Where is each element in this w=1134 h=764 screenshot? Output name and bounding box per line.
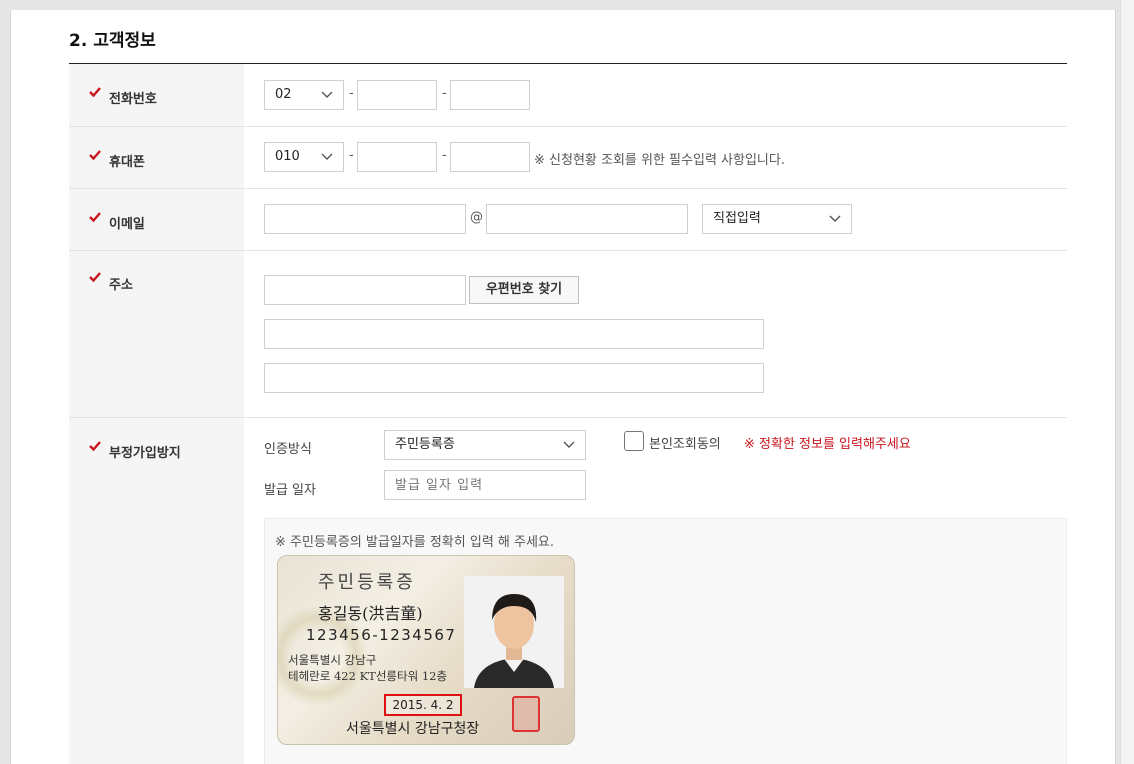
card-number: 123456-1234567 bbox=[306, 626, 457, 644]
row-fraud-prevention: 부정가입방지 인증방식 주민등록증 본인조회동의 ※ 정확한 정보를 입력해주세… bbox=[69, 418, 1067, 764]
card-address-line1: 서울특별시 강남구 bbox=[288, 653, 377, 667]
mobile-note: ※ 신청현황 조회를 위한 필수입력 사항입니다. bbox=[534, 153, 785, 168]
email-id-input[interactable] bbox=[264, 204, 466, 234]
dash: - bbox=[442, 86, 447, 101]
page-scrollbar[interactable] bbox=[1120, 0, 1134, 764]
email-domain-input[interactable] bbox=[486, 204, 688, 234]
chevron-down-icon bbox=[563, 441, 575, 448]
dash: - bbox=[349, 86, 354, 101]
card-title: 주민등록증 bbox=[318, 572, 416, 593]
zipcode-input[interactable] bbox=[264, 275, 466, 305]
mobile-last-input[interactable] bbox=[450, 142, 530, 172]
phone-middle-input[interactable] bbox=[357, 80, 437, 110]
card-name: 홍길동(洪吉童) bbox=[318, 604, 423, 623]
consent-checkbox[interactable] bbox=[624, 431, 644, 451]
required-check-icon bbox=[89, 272, 101, 283]
auth-method-label: 인증방식 bbox=[264, 442, 312, 457]
issue-date-label: 발급 일자 bbox=[264, 483, 316, 498]
chevron-down-icon bbox=[829, 215, 841, 222]
guide-text: ※ 주민등록증의 발급일자를 정확히 입력 해 주세요. bbox=[275, 535, 555, 550]
id-card-sample-image: 주민등록증 홍길동(洪吉童) 123456-1234567 서울특별시 강남구 … bbox=[277, 555, 575, 745]
label-column bbox=[69, 418, 244, 764]
auth-method-value: 주민등록증 bbox=[395, 437, 455, 452]
required-check-icon bbox=[89, 150, 101, 161]
dash: - bbox=[442, 148, 447, 163]
row-email: 이메일 @ 직접입력 bbox=[69, 189, 1067, 251]
address-label: 주소 bbox=[109, 278, 133, 293]
mobile-label: 휴대폰 bbox=[109, 155, 145, 170]
auth-method-select[interactable]: 주민등록증 bbox=[384, 430, 586, 460]
phone-area-value: 02 bbox=[275, 87, 292, 102]
fraud-label: 부정가입방지 bbox=[109, 446, 181, 461]
required-check-icon bbox=[89, 212, 101, 223]
at-sign: @ bbox=[470, 210, 483, 225]
official-seal-icon bbox=[512, 696, 540, 732]
row-phone: 전화번호 02 - - bbox=[69, 64, 1067, 127]
email-domain-select[interactable]: 직접입력 bbox=[702, 204, 852, 234]
email-domain-value: 직접입력 bbox=[713, 211, 761, 226]
form-frame: 2. 고객정보 전화번호 02 - - 휴대폰 010 - - ※ 신청현황 조… bbox=[10, 10, 1116, 764]
accuracy-warning: ※ 정확한 정보를 입력해주세요 bbox=[744, 437, 911, 452]
row-address: 주소 우편번호 찾기 bbox=[69, 251, 1067, 418]
consent-label: 본인조회동의 bbox=[649, 437, 721, 452]
phone-label: 전화번호 bbox=[109, 92, 157, 107]
portrait-photo-icon bbox=[464, 576, 564, 688]
card-issue-date: 2015. 4. 2 bbox=[384, 694, 462, 716]
card-issuer: 서울특별시 강남구청장 bbox=[346, 721, 480, 737]
mobile-middle-input[interactable] bbox=[357, 142, 437, 172]
chevron-down-icon bbox=[321, 153, 333, 160]
mobile-prefix-value: 010 bbox=[275, 149, 300, 164]
phone-last-input[interactable] bbox=[450, 80, 530, 110]
zipcode-search-button[interactable]: 우편번호 찾기 bbox=[469, 276, 579, 304]
dash: - bbox=[349, 148, 354, 163]
required-check-icon bbox=[89, 441, 101, 452]
chevron-down-icon bbox=[321, 91, 333, 98]
phone-area-select[interactable]: 02 bbox=[264, 80, 344, 110]
address-line2-input[interactable] bbox=[264, 363, 764, 393]
required-check-icon bbox=[89, 87, 101, 98]
issue-date-input[interactable] bbox=[384, 470, 586, 500]
card-address-line2: 테헤란로 422 KT선릉타워 12층 bbox=[288, 669, 448, 683]
section-title: 2. 고객정보 bbox=[69, 31, 156, 51]
row-mobile: 휴대폰 010 - - ※ 신청현황 조회를 위한 필수입력 사항입니다. bbox=[69, 127, 1067, 189]
address-line1-input[interactable] bbox=[264, 319, 764, 349]
id-card-guide: ※ 주민등록증의 발급일자를 정확히 입력 해 주세요. 주민등록증 홍길동(洪… bbox=[264, 518, 1067, 764]
email-label: 이메일 bbox=[109, 217, 145, 232]
mobile-prefix-select[interactable]: 010 bbox=[264, 142, 344, 172]
